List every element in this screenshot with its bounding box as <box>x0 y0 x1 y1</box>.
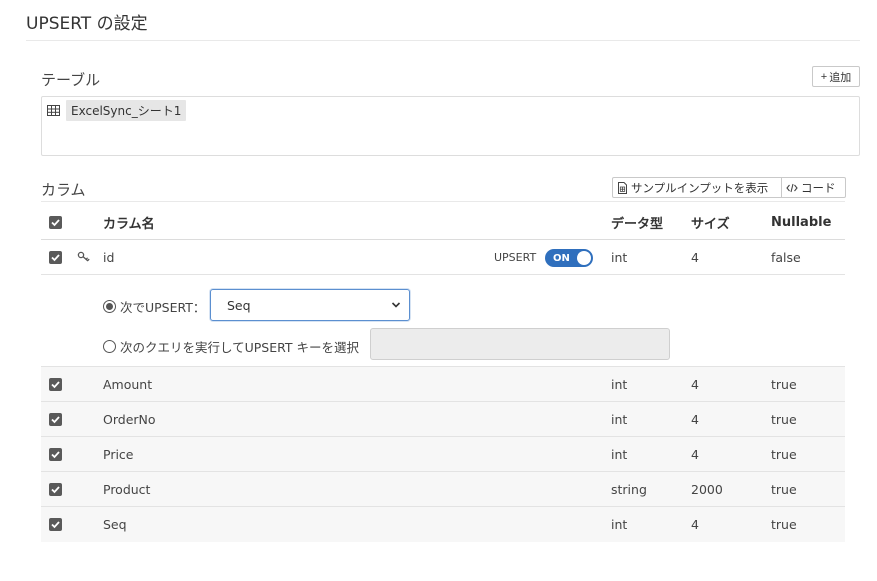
header-data-type[interactable]: データ型 <box>611 206 663 239</box>
column-nullable: true <box>771 446 797 462</box>
upsert-query-input[interactable] <box>370 328 670 360</box>
sample-input-label: サンプルインプットを表示 <box>631 180 769 195</box>
upsert-column-select[interactable]: Seq <box>210 289 410 321</box>
plus-icon: + <box>820 70 828 83</box>
add-table-button[interactable]: + 追加 <box>812 66 860 87</box>
selected-table-name: ExcelSync_シート1 <box>66 99 187 121</box>
header-size[interactable]: サイズ <box>691 206 730 239</box>
row-checkbox[interactable] <box>49 412 62 426</box>
page-title: UPSERT の設定 <box>26 14 148 34</box>
table-row: OrderNo int 4 true <box>41 402 845 437</box>
code-icon <box>786 183 798 192</box>
add-button-label: 追加 <box>829 71 852 84</box>
title-divider <box>26 40 860 41</box>
column-type: int <box>611 446 628 462</box>
table-row: Amount int 4 true <box>41 367 845 402</box>
table-row-key: id UPSERT ON int 4 false <box>41 240 845 275</box>
column-type: int <box>611 249 628 265</box>
upsert-by-query-radio[interactable] <box>103 340 116 353</box>
upsert-by-query-option[interactable]: 次のクエリを実行してUPSERT キーを選択 <box>103 337 359 356</box>
upsert-column-value: Seq <box>227 297 251 313</box>
upsert-by-column-option[interactable]: 次でUPSERT： <box>103 297 205 316</box>
header-column-name[interactable]: カラム名 <box>103 206 155 239</box>
header-nullable[interactable]: Nullable <box>771 206 831 239</box>
column-type: string <box>611 481 647 497</box>
column-size: 2000 <box>691 481 723 497</box>
columns-section-label: カラム <box>41 181 86 199</box>
column-size: 4 <box>691 249 699 265</box>
check-icon <box>51 450 60 458</box>
column-type: int <box>611 517 628 532</box>
column-name: Price <box>103 446 134 462</box>
row-checkbox[interactable] <box>49 482 62 496</box>
row-checkbox[interactable] <box>49 518 62 531</box>
selected-table-chip[interactable]: ExcelSync_シート1 <box>47 99 187 121</box>
column-size: 4 <box>691 411 699 427</box>
upsert-by-column-radio[interactable] <box>103 300 116 313</box>
table-row: Product string 2000 true <box>41 472 845 507</box>
columns-table-header: カラム名 データ型 サイズ Nullable <box>41 206 845 240</box>
column-size: 4 <box>691 446 699 462</box>
table-section-label: テーブル <box>41 71 101 89</box>
check-icon <box>51 485 60 493</box>
row-checkbox[interactable] <box>49 447 62 461</box>
toggle-knob <box>577 251 591 265</box>
columns-divider <box>41 201 845 202</box>
upsert-toggle[interactable]: ON <box>545 249 593 267</box>
document-icon <box>618 181 627 194</box>
column-name: Seq <box>103 517 127 532</box>
column-type: int <box>611 411 628 427</box>
check-icon <box>51 380 60 388</box>
check-icon <box>51 219 60 227</box>
show-sample-input-button[interactable]: サンプルインプットを表示 <box>612 177 782 198</box>
column-type: int <box>611 376 628 392</box>
table-row: Seq int 4 true <box>41 507 845 542</box>
column-name: id <box>103 249 115 265</box>
chevron-down-icon <box>391 302 401 308</box>
column-nullable: true <box>771 376 797 392</box>
column-nullable: true <box>771 481 797 497</box>
column-name: OrderNo <box>103 411 156 427</box>
table-row: Price int 4 true <box>41 437 845 472</box>
column-name: Amount <box>103 376 153 392</box>
upsert-key-options: 次でUPSERT： Seq 次のクエリを実行してUPSERT キーを選択 <box>41 275 845 367</box>
column-size: 4 <box>691 517 699 532</box>
row-checkbox[interactable] <box>49 250 62 264</box>
column-nullable: true <box>771 411 797 427</box>
columns-toolbar: サンプルインプットを表示 コード <box>612 177 846 198</box>
upsert-by-column-label: 次でUPSERT： <box>120 300 206 315</box>
upsert-label: UPSERT <box>494 250 537 264</box>
code-button-label: コード <box>801 180 836 195</box>
toggle-state-label: ON <box>553 252 570 264</box>
select-all-checkbox[interactable] <box>49 216 62 229</box>
key-icon <box>77 251 90 262</box>
code-button[interactable]: コード <box>782 177 846 198</box>
check-icon <box>51 253 60 261</box>
check-icon <box>51 521 60 529</box>
column-nullable: false <box>771 249 801 265</box>
column-name: Product <box>103 481 151 497</box>
upsert-by-query-label: 次のクエリを実行してUPSERT キーを選択 <box>120 340 360 355</box>
table-grid-icon <box>47 104 60 116</box>
column-nullable: true <box>771 517 797 532</box>
row-checkbox[interactable] <box>49 377 62 391</box>
check-icon <box>51 415 60 423</box>
column-size: 4 <box>691 376 699 392</box>
